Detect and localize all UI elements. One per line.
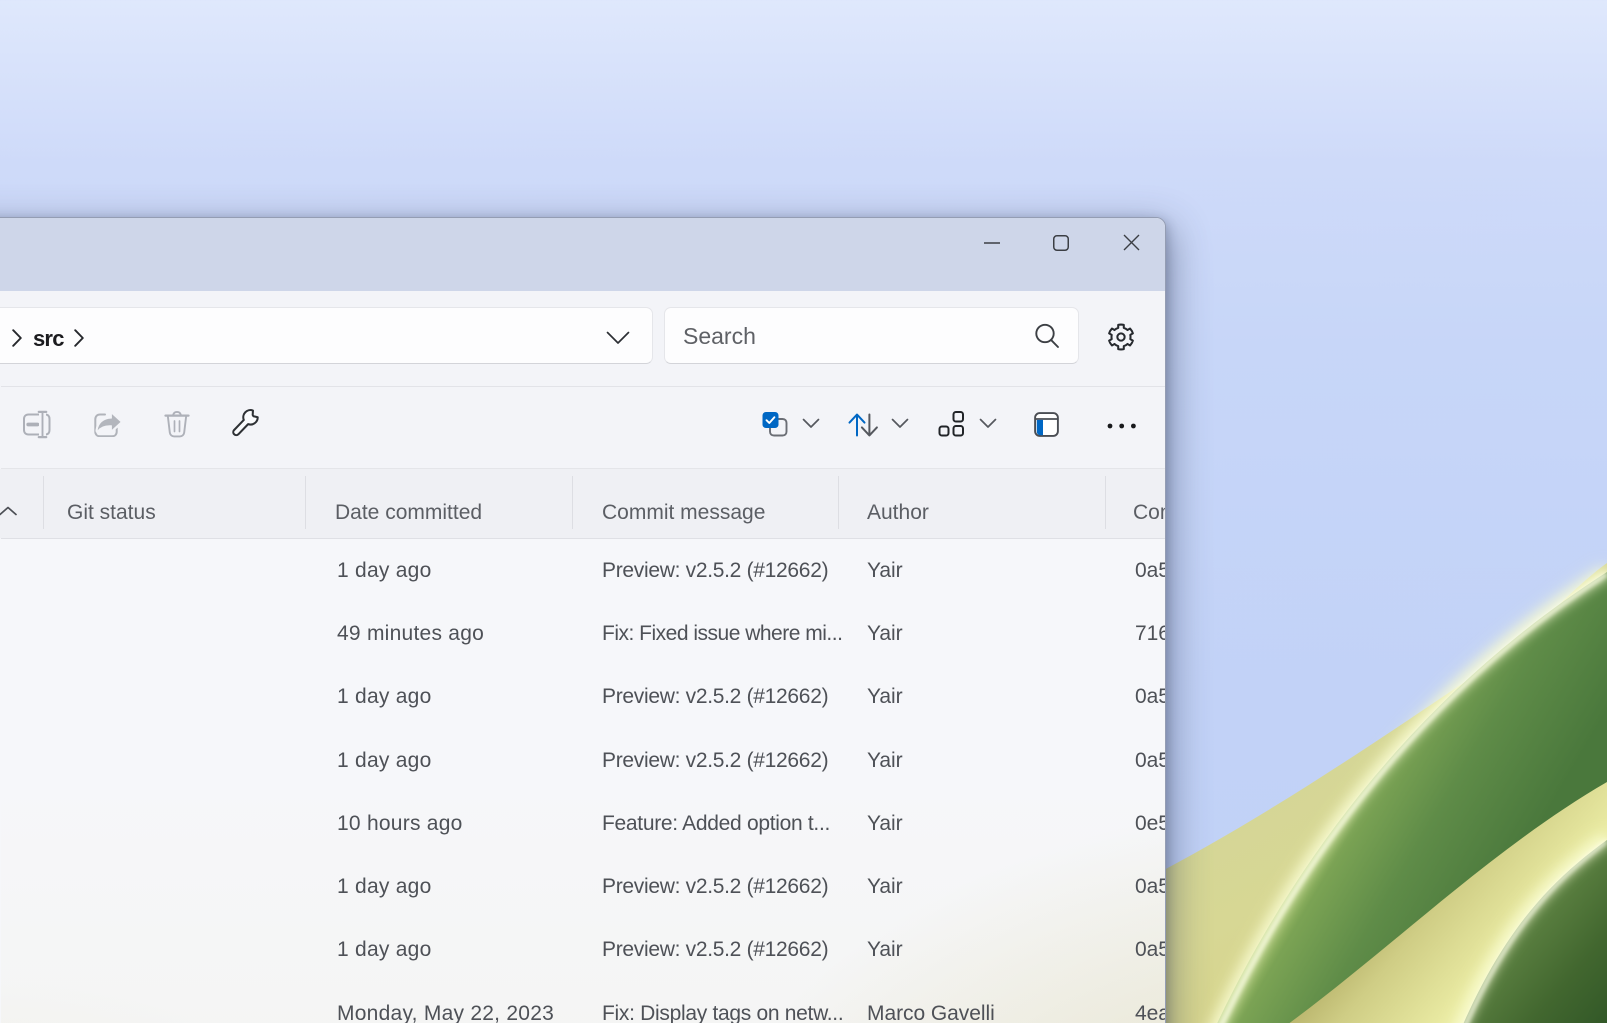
cell-author: Yair	[867, 559, 903, 583]
cell-date-committed: 49 minutes ago	[337, 622, 484, 646]
commit-row[interactable]: 1 day ago Preview: v2.5.2 (#12662) Yair …	[1, 729, 1166, 792]
breadcrumb-chevron-icon	[12, 329, 22, 347]
delete-icon[interactable]	[163, 410, 191, 438]
search-placeholder: Search	[683, 323, 756, 350]
cell-commit-message: Preview: v2.5.2 (#12662)	[602, 685, 828, 709]
close-button[interactable]	[1108, 226, 1154, 259]
layout-icon[interactable]	[937, 409, 965, 437]
files-window: src Search	[0, 217, 1166, 1023]
cell-commit-sha: 0e5	[1135, 812, 1166, 836]
desktop: { "window": { "caption_buttons": { "mini…	[0, 0, 1607, 1023]
cell-author: Yair	[867, 875, 903, 899]
chevron-down-icon[interactable]	[979, 418, 997, 429]
cell-commit-message: Feature: Added option t...	[602, 812, 830, 836]
chevron-down-icon[interactable]	[891, 418, 909, 429]
cell-date-committed: 1 day ago	[337, 749, 432, 773]
minimize-button[interactable]	[969, 226, 1015, 259]
column-separator[interactable]	[1105, 476, 1106, 529]
wrench-icon[interactable]	[231, 408, 261, 440]
cell-date-committed: 1 day ago	[337, 559, 432, 583]
breadcrumb-chevron-icon[interactable]	[74, 329, 84, 347]
share-icon[interactable]	[93, 406, 123, 437]
address-dropdown-chevron-icon[interactable]	[606, 331, 630, 345]
sort-ascending-icon	[0, 506, 17, 516]
cell-author: Yair	[867, 749, 903, 773]
cell-commit-sha: 716	[1135, 622, 1166, 646]
more-icon[interactable]	[1104, 420, 1140, 432]
cell-date-committed: 1 day ago	[337, 938, 432, 962]
column-header-commit-sha[interactable]: Commit SHA	[1133, 501, 1166, 525]
cell-commit-sha: 0a5	[1135, 749, 1166, 773]
cell-commit-sha: 0a5	[1135, 559, 1166, 583]
cell-author: Yair	[867, 812, 903, 836]
window-content: src Search	[1, 218, 1166, 1023]
maximize-icon	[1053, 235, 1069, 251]
cell-commit-message: Preview: v2.5.2 (#12662)	[602, 875, 828, 899]
column-header-date-committed[interactable]: Date committed	[335, 501, 482, 525]
cell-author: Yair	[867, 622, 903, 646]
cell-commit-message: Preview: v2.5.2 (#12662)	[602, 938, 828, 962]
multiselect-icon[interactable]	[761, 410, 789, 438]
commit-row[interactable]: 1 day ago Preview: v2.5.2 (#12662) Yair …	[1, 666, 1166, 729]
cell-date-committed: Monday, May 22, 2023	[337, 1002, 554, 1023]
cell-commit-sha: 4ea	[1135, 1002, 1166, 1023]
cell-commit-message: Preview: v2.5.2 (#12662)	[602, 559, 828, 583]
commit-row[interactable]: 1 day ago Preview: v2.5.2 (#12662) Yair …	[1, 919, 1166, 982]
maximize-button[interactable]	[1038, 226, 1084, 259]
cell-commit-sha: 0a5	[1135, 875, 1166, 899]
column-header-author[interactable]: Author	[867, 501, 929, 525]
minimize-icon	[984, 235, 1000, 251]
column-separator[interactable]	[305, 476, 306, 529]
column-separator[interactable]	[43, 476, 44, 529]
divider	[1, 386, 1166, 387]
cell-date-committed: 10 hours ago	[337, 812, 463, 836]
breadcrumb-crumb[interactable]: src	[33, 326, 64, 352]
file-list: 1 day ago Preview: v2.5.2 (#12662) Yair …	[1, 539, 1166, 1023]
cell-author: Yair	[867, 938, 903, 962]
cell-commit-sha: 0a5	[1135, 685, 1166, 709]
commit-row[interactable]: Monday, May 22, 2023 Fix: Display tags o…	[1, 982, 1166, 1023]
column-separator[interactable]	[838, 476, 839, 529]
cell-commit-message: Fix: Fixed issue where mi...	[602, 622, 842, 646]
commit-row[interactable]: 1 day ago Preview: v2.5.2 (#12662) Yair …	[1, 856, 1166, 919]
cell-date-committed: 1 day ago	[337, 875, 432, 899]
chevron-down-icon[interactable]	[802, 418, 820, 429]
close-icon	[1123, 234, 1140, 251]
sort-icon[interactable]	[847, 412, 879, 438]
cell-commit-sha: 0a5	[1135, 938, 1166, 962]
divider	[1, 538, 1166, 539]
details-pane-icon[interactable]	[1034, 412, 1059, 437]
column-header-commit-message[interactable]: Commit message	[602, 501, 765, 525]
commit-row[interactable]: 10 hours ago Feature: Added option t... …	[1, 792, 1166, 855]
cell-commit-message: Preview: v2.5.2 (#12662)	[602, 749, 828, 773]
address-bar[interactable]	[0, 307, 653, 364]
search-icon	[1033, 322, 1061, 350]
cell-author: Marco Gavelli	[867, 1002, 995, 1023]
commit-row[interactable]: 49 minutes ago Fix: Fixed issue where mi…	[1, 602, 1166, 665]
column-header-git-status[interactable]: Git status	[67, 501, 156, 525]
cell-author: Yair	[867, 685, 903, 709]
cell-commit-message: Fix: Display tags on netw...	[602, 1002, 843, 1023]
rename-icon[interactable]	[22, 409, 52, 439]
commit-row[interactable]: 1 day ago Preview: v2.5.2 (#12662) Yair …	[1, 539, 1166, 602]
cell-date-committed: 1 day ago	[337, 685, 432, 709]
divider	[1, 468, 1166, 469]
column-separator[interactable]	[572, 476, 573, 529]
settings-gear-icon[interactable]	[1106, 322, 1136, 352]
